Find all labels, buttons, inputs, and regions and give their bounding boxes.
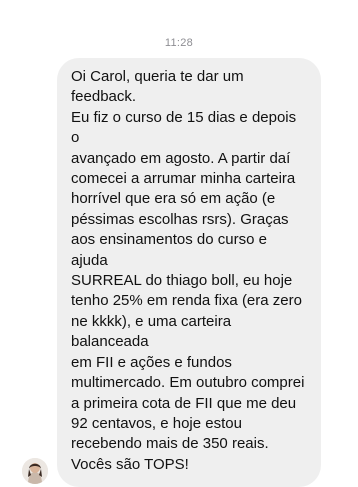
user-avatar-icon[interactable] bbox=[22, 458, 48, 485]
message-bubble[interactable]: Oi Carol, queria te dar um feedback. Eu … bbox=[57, 58, 321, 487]
message-thread: 11:28 Oi Carol, queria te dar um feedbac… bbox=[0, 0, 358, 487]
message-text: Oi Carol, queria te dar um feedback. Eu … bbox=[71, 68, 305, 473]
message-timestamp: 11:28 bbox=[164, 37, 194, 49]
incoming-message-row: Oi Carol, queria te dar um feedback. Eu … bbox=[22, 58, 350, 487]
